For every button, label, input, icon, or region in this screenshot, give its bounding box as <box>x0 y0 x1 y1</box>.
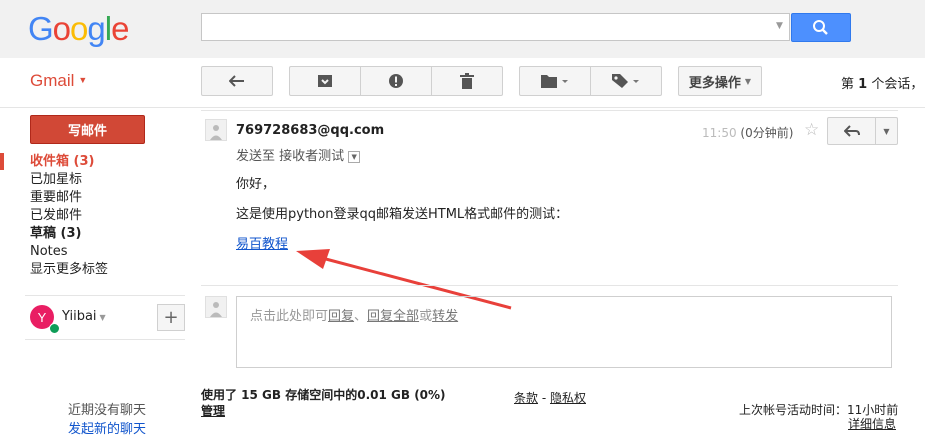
pager-count: 1 <box>858 77 868 92</box>
report-spam-icon <box>389 74 403 88</box>
logo-letter: o <box>52 10 71 47</box>
forward-link[interactable]: 转发 <box>432 309 458 324</box>
logo-letter: e <box>111 10 129 47</box>
selected-indicator <box>0 153 4 170</box>
plus-icon: + <box>163 307 179 328</box>
header-divider <box>0 107 925 108</box>
sidebar-divider <box>25 339 185 340</box>
archive-icon <box>318 75 332 87</box>
search-input[interactable] <box>201 13 790 41</box>
quick-reply-prompt: 点击此处即可回复、回复全部或转发 <box>250 305 458 324</box>
storage-usage: 使用了 15 GB 存储空间中的0.01 GB (0%) <box>201 388 446 402</box>
more-actions-button[interactable]: 更多操作 ▼ <box>678 66 762 96</box>
archive-button[interactable] <box>289 66 361 96</box>
reply-or-text: 或 <box>419 309 433 324</box>
email-greeting: 你好， <box>236 177 276 192</box>
reply-all-link[interactable]: 回复全部 <box>367 309 419 324</box>
message-bottom-divider <box>201 285 898 286</box>
pager-suffix: 个会话， <box>871 77 924 92</box>
star-icon[interactable]: ☆ <box>804 120 819 140</box>
folder-icon <box>541 75 568 88</box>
online-status-dot <box>49 323 60 334</box>
caret-down-icon: ▼ <box>99 313 106 322</box>
label-tag-icon <box>612 74 639 88</box>
sender-address[interactable]: 769728683@qq.com <box>236 123 384 138</box>
message-top-divider <box>201 110 898 111</box>
google-logo[interactable]: Google <box>28 10 129 48</box>
person-icon <box>210 302 222 317</box>
sidebar-item-notes[interactable]: Notes <box>30 243 68 261</box>
footer-separator: - <box>538 391 550 405</box>
caret-down-icon: ▼ <box>744 76 752 86</box>
sidebar-item-sent[interactable]: 已发邮件 <box>30 207 82 225</box>
more-actions-label: 更多操作 <box>688 75 741 91</box>
my-avatar <box>205 296 227 318</box>
email-body-text: 这是使用python登录qq邮箱发送HTML格式邮件的测试： <box>236 207 569 222</box>
message-time-partial: 11:50 <box>702 126 737 140</box>
sidebar-item-starred[interactable]: 已加星标 <box>30 171 82 189</box>
start-new-chat-link[interactable]: 发起新的聊天 <box>68 418 146 437</box>
reply-arrow-icon <box>843 125 860 137</box>
caret-down-icon: ▼ <box>78 75 88 85</box>
no-recent-chats-text: 近期没有聊天 <box>68 403 147 418</box>
message-time: 11:50 (0分钟前) <box>702 124 793 141</box>
move-to-button[interactable] <box>519 66 591 96</box>
reply-prompt-text: 点击此处即可 <box>250 309 329 324</box>
report-spam-button[interactable] <box>360 66 432 96</box>
magnifier-icon <box>813 20 828 35</box>
conversation-pager: 第 1 个会话， <box>841 73 923 92</box>
message-time-relative: (0分钟前) <box>740 126 794 140</box>
back-button[interactable] <box>201 66 273 96</box>
user-name: Yiibai <box>62 309 97 324</box>
person-icon <box>210 125 222 140</box>
sidebar-item-important[interactable]: 重要邮件 <box>30 189 82 207</box>
delete-button[interactable] <box>431 66 503 96</box>
recipient-line: 发送至 接收者测试 ▼ <box>236 145 361 164</box>
back-arrow-icon <box>229 75 244 87</box>
reply-button[interactable] <box>827 117 876 145</box>
trash-icon <box>460 73 474 89</box>
footer-links: 条款 - 隐私权 <box>514 389 586 406</box>
sender-avatar <box>205 119 227 141</box>
labels-button[interactable] <box>590 66 662 96</box>
activity-details-link[interactable]: 详细信息 <box>848 415 896 432</box>
reply-more-options[interactable]: ▼ <box>875 117 898 145</box>
show-details-dropdown-icon[interactable]: ▼ <box>348 150 361 163</box>
sidebar-item-drafts[interactable]: 草稿 (3) <box>30 225 81 243</box>
search-options-caret-icon[interactable]: ▼ <box>776 21 783 31</box>
reply-link[interactable]: 回复 <box>328 309 354 324</box>
compose-button[interactable]: 写邮件 <box>30 115 145 144</box>
pager-prefix: 第 <box>841 77 855 92</box>
recipient-text: 发送至 接收者测试 <box>236 149 345 164</box>
chat-user-menu[interactable]: Yiibai ▼ <box>62 309 106 324</box>
gmail-label: Gmail <box>30 71 75 90</box>
search-button[interactable] <box>791 13 851 42</box>
manage-storage-link[interactable]: 管理 <box>201 402 225 419</box>
reply-separator: 、 <box>354 309 368 324</box>
logo-letter: G <box>28 10 54 47</box>
privacy-link[interactable]: 隐私权 <box>550 391 586 405</box>
email-body-link[interactable]: 易百教程 <box>236 233 288 252</box>
gmail-menu[interactable]: Gmail ▼ <box>30 71 87 91</box>
logo-letter: g <box>87 10 105 47</box>
sidebar-divider <box>25 295 185 296</box>
caret-down-icon: ▼ <box>883 126 890 136</box>
sidebar-item-more-labels[interactable]: 显示更多标签 <box>30 261 108 279</box>
new-chat-plus-button[interactable]: + <box>157 304 185 331</box>
terms-link[interactable]: 条款 <box>514 391 538 405</box>
logo-letter: o <box>70 10 88 47</box>
sidebar-item-inbox[interactable]: 收件箱 (3) <box>30 153 94 171</box>
